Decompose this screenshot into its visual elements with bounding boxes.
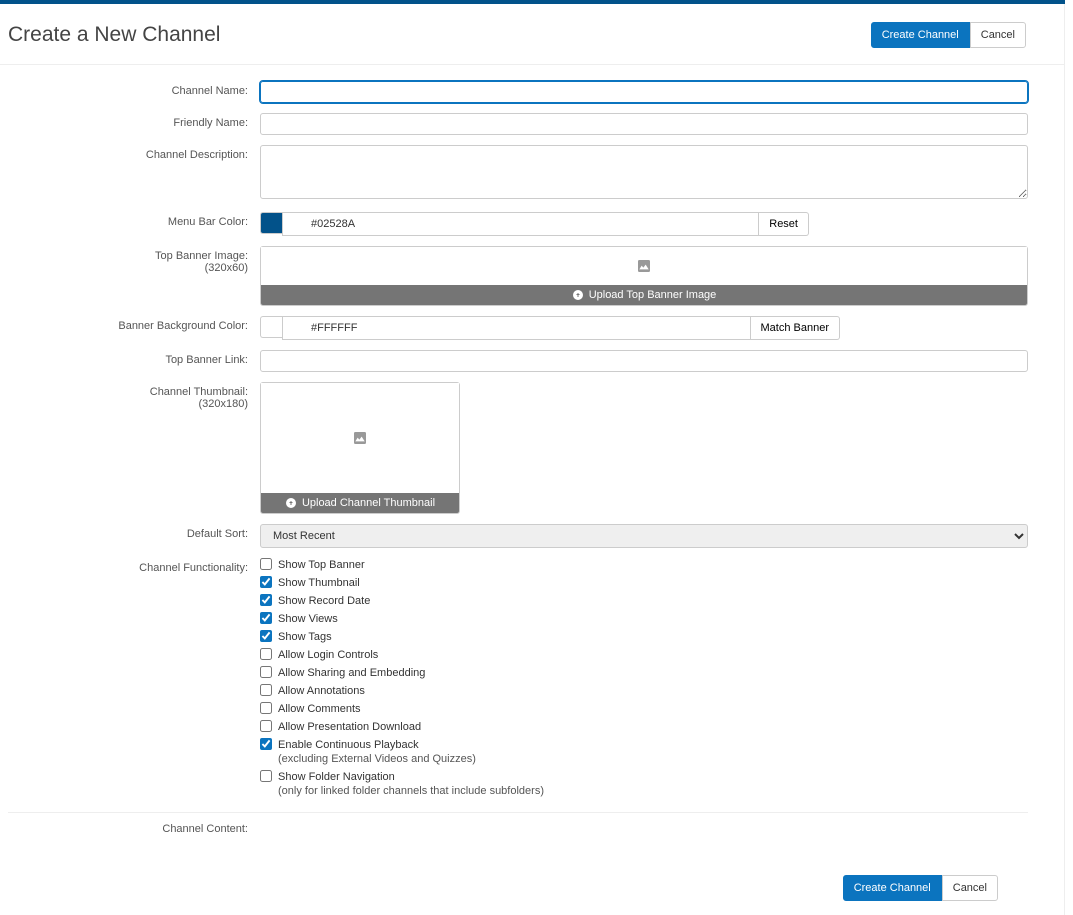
channel-form: Channel Name: Friendly Name: Channel Des…	[0, 65, 1064, 865]
channel-name-label: Channel Name:	[8, 81, 260, 97]
match-banner-button[interactable]: Match Banner	[751, 316, 840, 340]
page-title: Create a New Channel	[8, 23, 220, 47]
top-banner-upload-box: Upload Top Banner Image	[260, 246, 1028, 306]
footer-buttons: Create Channel Cancel	[0, 865, 1064, 915]
create-channel-button-footer[interactable]: Create Channel	[843, 875, 942, 901]
channel-thumbnail-size: (320x180)	[8, 398, 248, 410]
functionality-label[interactable]: Show Thumbnail	[278, 576, 360, 590]
functionality-row: Show Folder Navigation(only for linked f…	[260, 770, 1028, 798]
functionality-label[interactable]: Enable Continuous Playback(excluding Ext…	[278, 738, 476, 766]
channel-thumbnail-label-text: Channel Thumbnail:	[150, 386, 248, 398]
channel-name-input[interactable]	[260, 81, 1028, 103]
channel-description-label: Channel Description:	[8, 145, 260, 161]
functionality-row: Allow Login Controls	[260, 648, 1028, 662]
upload-top-banner-button[interactable]: Upload Top Banner Image	[261, 285, 1027, 305]
functionality-note: (only for linked folder channels that in…	[278, 784, 544, 798]
functionality-checkbox[interactable]	[260, 738, 272, 750]
upload-icon	[285, 497, 297, 509]
functionality-label[interactable]: Allow Annotations	[278, 684, 365, 698]
page-container: Create a New Channel Create Channel Canc…	[0, 4, 1065, 915]
friendly-name-input[interactable]	[260, 113, 1028, 135]
functionality-row: Show Top Banner	[260, 558, 1028, 572]
menu-bar-color-label: Menu Bar Color:	[8, 212, 260, 228]
upload-top-banner-label: Upload Top Banner Image	[589, 289, 717, 301]
functionality-row: Show Thumbnail	[260, 576, 1028, 590]
menu-bar-color-swatch[interactable]	[260, 212, 282, 234]
functionality-checkbox[interactable]	[260, 612, 272, 624]
channel-thumbnail-box: Upload Channel Thumbnail	[260, 382, 460, 514]
functionality-row: Show Views	[260, 612, 1028, 626]
functionality-checkbox[interactable]	[260, 770, 272, 782]
top-banner-image-size: (320x60)	[8, 262, 248, 274]
functionality-checkbox[interactable]	[260, 630, 272, 642]
functionality-row: Allow Annotations	[260, 684, 1028, 698]
functionality-row: Enable Continuous Playback(excluding Ext…	[260, 738, 1028, 766]
functionality-note: (excluding External Videos and Quizzes)	[278, 752, 476, 766]
functionality-checkbox[interactable]	[260, 702, 272, 714]
top-banner-image-label-text: Top Banner Image:	[155, 250, 248, 262]
functionality-label[interactable]: Show Top Banner	[278, 558, 365, 572]
channel-thumbnail-preview	[261, 383, 459, 493]
functionality-checkbox[interactable]	[260, 558, 272, 570]
channel-thumbnail-label: Channel Thumbnail: (320x180)	[8, 382, 260, 410]
channel-description-input[interactable]	[260, 145, 1028, 199]
top-banner-preview	[261, 247, 1027, 285]
functionality-label[interactable]: Allow Sharing and Embedding	[278, 666, 425, 680]
banner-bg-color-input[interactable]	[282, 316, 751, 340]
cancel-button-footer[interactable]: Cancel	[942, 875, 998, 901]
image-placeholder-icon	[636, 258, 652, 274]
functionality-row: Allow Comments	[260, 702, 1028, 716]
functionality-checkbox[interactable]	[260, 594, 272, 606]
functionality-label[interactable]: Show Tags	[278, 630, 332, 644]
functionality-label[interactable]: Allow Comments	[278, 702, 361, 716]
upload-icon	[572, 289, 584, 301]
functionality-label[interactable]: Allow Presentation Download	[278, 720, 421, 734]
page-header: Create a New Channel Create Channel Canc…	[0, 4, 1064, 65]
friendly-name-label: Friendly Name:	[8, 113, 260, 129]
functionality-checkbox[interactable]	[260, 720, 272, 732]
functionality-row: Show Record Date	[260, 594, 1028, 608]
cancel-button[interactable]: Cancel	[970, 22, 1026, 48]
menu-bar-color-input[interactable]	[282, 212, 759, 236]
functionality-label[interactable]: Show Folder Navigation(only for linked f…	[278, 770, 544, 798]
functionality-checkbox[interactable]	[260, 666, 272, 678]
channel-functionality-label: Channel Functionality:	[8, 558, 260, 574]
functionality-label[interactable]: Show Record Date	[278, 594, 370, 608]
top-banner-link-label: Top Banner Link:	[8, 350, 260, 366]
functionality-label[interactable]: Show Views	[278, 612, 338, 626]
upload-thumbnail-label: Upload Channel Thumbnail	[302, 497, 435, 509]
functionality-row: Allow Presentation Download	[260, 720, 1028, 734]
image-placeholder-icon	[352, 430, 368, 446]
functionality-label[interactable]: Allow Login Controls	[278, 648, 378, 662]
default-sort-label: Default Sort:	[8, 524, 260, 540]
reset-color-button[interactable]: Reset	[759, 212, 809, 236]
top-banner-image-label: Top Banner Image: (320x60)	[8, 246, 260, 274]
channel-content-label: Channel Content:	[8, 819, 260, 835]
functionality-checkbox[interactable]	[260, 648, 272, 660]
upload-thumbnail-button[interactable]: Upload Channel Thumbnail	[261, 493, 459, 513]
default-sort-select[interactable]: Most Recent	[260, 524, 1028, 548]
create-channel-button[interactable]: Create Channel	[871, 22, 970, 48]
functionality-list: Show Top Banner Show Thumbnail Show Record…	[260, 558, 1028, 802]
top-banner-link-input[interactable]	[260, 350, 1028, 372]
functionality-checkbox[interactable]	[260, 576, 272, 588]
banner-bg-color-label: Banner Background Color:	[8, 316, 260, 332]
functionality-row: Show Tags	[260, 630, 1028, 644]
functionality-row: Allow Sharing and Embedding	[260, 666, 1028, 680]
functionality-checkbox[interactable]	[260, 684, 272, 696]
banner-bg-color-swatch[interactable]	[260, 316, 282, 338]
header-button-group: Create Channel Cancel	[871, 22, 1026, 48]
